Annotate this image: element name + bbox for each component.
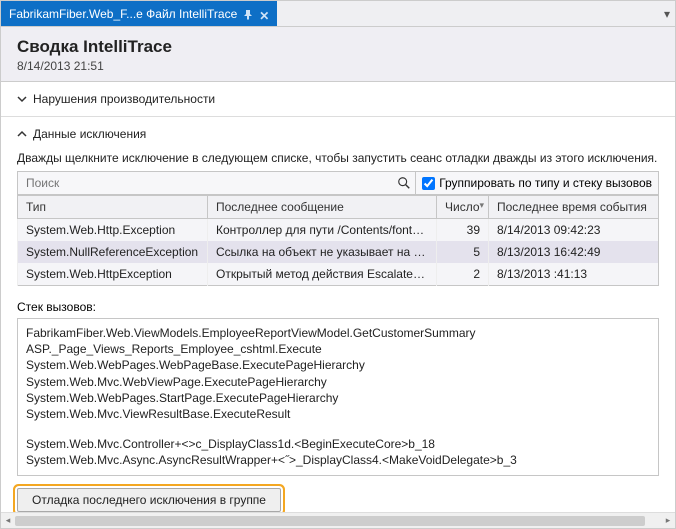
tab-bar: FabrikamFiber.Web_F...е Файл IntelliTrac…	[1, 1, 675, 27]
content-scroll-area[interactable]: Сводка IntelliTrace 8/14/2013 21:51 Нару…	[1, 27, 675, 512]
exception-data-section: Данные исключения Дважды щелкните исключ…	[1, 117, 675, 512]
summary-header: Сводка IntelliTrace 8/14/2013 21:51	[1, 27, 675, 82]
group-by-checkbox-label[interactable]: Группировать по типу и стеку вызовов	[416, 172, 658, 194]
perf-violations-section: Нарушения производительности	[1, 82, 675, 117]
callstack-label: Стек вызовов:	[17, 300, 659, 314]
search-input[interactable]	[22, 176, 397, 190]
exception-data-header[interactable]: Данные исключения	[17, 127, 659, 141]
search-box[interactable]	[18, 172, 416, 194]
stack-frame: System.Web.Mvc.Controller+<>c_DisplayCla…	[26, 436, 650, 452]
stack-frame: System.Web.Mvc.Async.AsyncResultWrapper+…	[26, 452, 650, 468]
table-header-row: Тип Последнее сообщение Число▾ Последнее…	[18, 196, 659, 219]
page-title: Сводка IntelliTrace	[17, 37, 659, 57]
scroll-right-arrow[interactable]: ▸	[661, 514, 675, 528]
table-row[interactable]: System.Web.Http.Exception Контроллер для…	[18, 219, 659, 242]
debug-last-exception-button[interactable]: Отладка последнего исключения в группе	[17, 488, 281, 512]
pin-icon[interactable]	[243, 9, 253, 19]
col-time[interactable]: Последнее время события	[489, 196, 659, 219]
chevron-up-icon	[17, 129, 27, 139]
exceptions-table: Тип Последнее сообщение Число▾ Последнее…	[17, 195, 659, 286]
col-message[interactable]: Последнее сообщение	[208, 196, 437, 219]
stack-frame: System.Web.WebPages.WebPageBase.ExecuteP…	[26, 357, 650, 373]
search-icon[interactable]	[397, 176, 411, 190]
stack-frame: System.Web.Mvc.ViewResultBase.ExecuteRes…	[26, 406, 650, 422]
stack-frame: System.Web.WebPages.StartPage.ExecutePag…	[26, 390, 650, 406]
col-count[interactable]: Число▾	[437, 196, 489, 219]
close-icon[interactable]: ✕	[259, 9, 269, 19]
stack-frame: ASP._Page_Views_Reports_Employee_cshtml.…	[26, 341, 650, 357]
table-row[interactable]: System.NullReferenceException Ссылка на …	[18, 241, 659, 263]
callstack-box[interactable]: FabrikamFiber.Web.ViewModels.EmployeeRep…	[17, 318, 659, 476]
section-label: Нарушения производительности	[33, 92, 215, 106]
summary-timestamp: 8/14/2013 21:51	[17, 59, 659, 73]
tab-overflow-dropdown[interactable]: ▾	[659, 1, 675, 26]
group-by-label: Группировать по типу и стеку вызовов	[439, 176, 652, 190]
sort-indicator-icon: ▾	[479, 200, 484, 211]
stack-frame: FabrikamFiber.Web.ViewModels.EmployeeRep…	[26, 325, 650, 341]
table-row[interactable]: System.Web.HttpException Открытый метод …	[18, 263, 659, 286]
col-type[interactable]: Тип	[18, 196, 208, 219]
scroll-thumb[interactable]	[15, 516, 645, 526]
scroll-left-arrow[interactable]: ◂	[1, 514, 15, 528]
tab-label: FabrikamFiber.Web_F...е Файл IntelliTrac…	[9, 7, 237, 21]
instruction-text: Дважды щелкните исключение в следующем с…	[17, 151, 659, 165]
stack-frame: System.Web.Mvc.WebViewPage.ExecutePageHi…	[26, 374, 650, 390]
chevron-down-icon	[17, 94, 27, 104]
group-by-checkbox[interactable]	[422, 177, 435, 190]
perf-violations-header[interactable]: Нарушения производительности	[17, 92, 659, 106]
active-tab[interactable]: FabrikamFiber.Web_F...е Файл IntelliTrac…	[1, 1, 277, 26]
exception-toolbar: Группировать по типу и стеку вызовов	[17, 171, 659, 195]
section-label: Данные исключения	[33, 127, 146, 141]
horizontal-scrollbar[interactable]: ◂ ▸	[1, 512, 675, 528]
